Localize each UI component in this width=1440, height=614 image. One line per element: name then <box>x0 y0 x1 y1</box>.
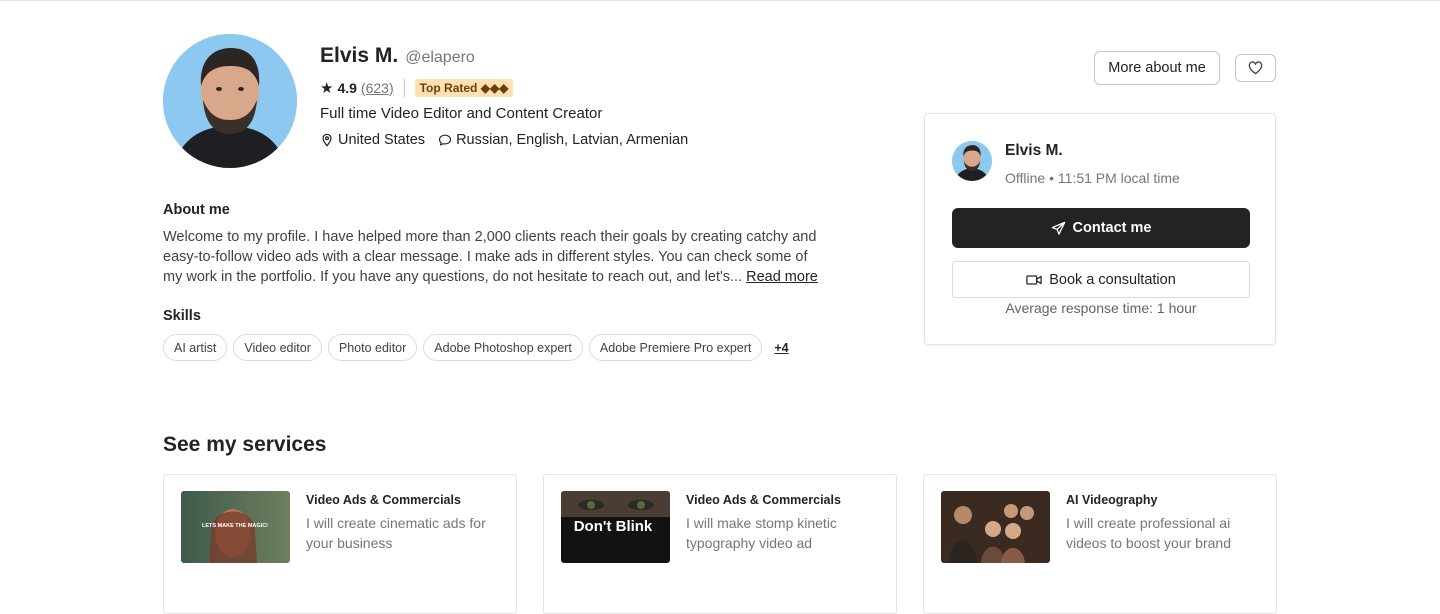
skill-chip[interactable]: Adobe Premiere Pro expert <box>588 334 763 361</box>
contact-card: Elvis M. Offline • 11:51 PM local time C… <box>924 113 1276 345</box>
profile-tagline: Full time Video Editor and Content Creat… <box>320 105 603 122</box>
top-divider <box>0 0 1440 1</box>
thumbnail-caption: Don't Blink <box>574 518 653 535</box>
service-category: Video Ads & Commercials <box>686 493 841 507</box>
service-description: I will create cinematic ads for your bus… <box>306 515 486 551</box>
about-heading: About me <box>163 202 230 218</box>
seller-status: Offline • 11:51 PM local time <box>1005 170 1180 186</box>
about-text: Welcome to my profile. I have helped mor… <box>163 227 828 287</box>
profile-avatar <box>163 34 297 168</box>
divider <box>403 79 405 97</box>
skills-heading: Skills <box>163 308 201 324</box>
read-more-link[interactable]: Read more <box>746 269 818 285</box>
location-text: United States <box>338 132 426 148</box>
seller-avatar <box>952 141 992 181</box>
more-about-me-button[interactable]: More about me <box>1094 51 1220 85</box>
about-body: Welcome to my profile. I have helped mor… <box>163 229 817 285</box>
service-thumbnail: Don't Blink <box>561 491 670 563</box>
skill-chip[interactable]: AI artist <box>163 334 228 361</box>
skills-list: AI artist Video editor Photo editor Adob… <box>163 334 789 361</box>
service-thumbnail <box>941 491 1050 563</box>
service-description: I will make stomp kinetic typography vid… <box>686 515 837 551</box>
contact-me-label: Contact me <box>1072 220 1152 236</box>
languages-text: Russian, English, Latvian, Armenian <box>456 132 689 148</box>
service-card[interactable]: LETS MAKE THE MAGIC! Video Ads & Commerc… <box>163 474 517 614</box>
service-description: I will create professional ai videos to … <box>1066 515 1231 551</box>
more-skills-link[interactable]: +4 <box>774 341 788 355</box>
skill-chip[interactable]: Adobe Photoshop expert <box>423 334 583 361</box>
heart-icon <box>1248 61 1263 75</box>
book-consultation-button[interactable]: Book a consultation <box>952 261 1250 298</box>
service-category: AI Videography <box>1066 493 1158 507</box>
skill-chip[interactable]: Photo editor <box>327 334 418 361</box>
seller-name: Elvis M. <box>1005 142 1063 159</box>
top-rated-badge: Top Rated ◆◆◆ <box>414 79 514 97</box>
thumbnail-caption: LETS MAKE THE MAGIC! <box>202 523 268 529</box>
service-thumbnail: LETS MAKE THE MAGIC! <box>181 491 290 563</box>
services-heading: See my services <box>163 433 327 456</box>
rating-row: ★ 4.9 (623) Top Rated ◆◆◆ <box>320 78 514 98</box>
service-card[interactable]: AI Videography I will create professiona… <box>923 474 1277 614</box>
book-consultation-label: Book a consultation <box>1049 271 1176 288</box>
chat-bubble-icon <box>438 134 452 146</box>
video-camera-icon <box>1026 274 1042 285</box>
location-pin-icon <box>322 133 332 147</box>
service-category: Video Ads & Commercials <box>306 493 461 507</box>
rating-value: 4.9 <box>337 80 357 96</box>
star-icon: ★ <box>320 80 334 97</box>
contact-me-button[interactable]: Contact me <box>952 208 1250 248</box>
skill-chip[interactable]: Video editor <box>233 334 322 361</box>
reviews-count-link[interactable]: (623) <box>361 80 394 96</box>
favorite-button[interactable] <box>1235 54 1276 82</box>
profile-handle: @elapero <box>405 49 475 66</box>
service-card[interactable]: Don't Blink Video Ads & Commercials I wi… <box>543 474 897 614</box>
send-icon <box>1051 221 1065 235</box>
profile-name: Elvis M. <box>320 44 399 67</box>
response-time: Average response time: 1 hour <box>1005 300 1197 316</box>
